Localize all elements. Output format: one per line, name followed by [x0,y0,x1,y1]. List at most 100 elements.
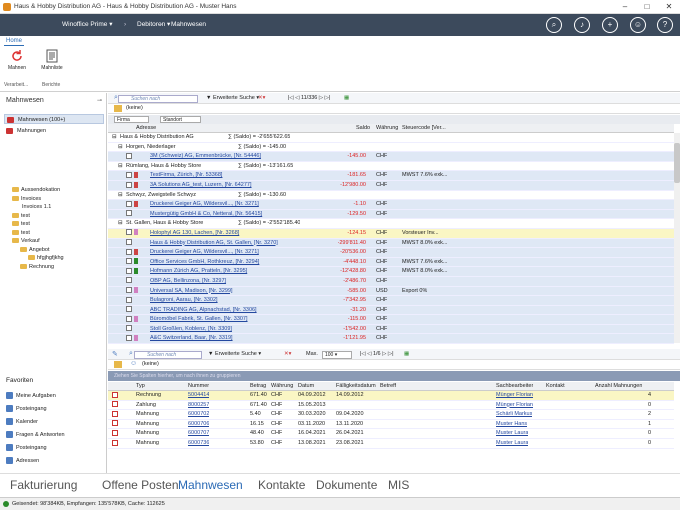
table-row[interactable]: Haus & Hobby Distribution AG, St. Gallen… [108,238,674,249]
table-row[interactable]: Mahnung 6000702 5.40 CHF 30.03.2020 09.04.202… [108,410,674,420]
col-kontakt[interactable]: Kontakt [546,382,565,391]
tree-node[interactable]: test [12,220,104,229]
table-row[interactable]: Mahnung 6000706 16.15 CHF 03.11.2020 13.11.20… [108,419,674,430]
minimize-button[interactable]: – [614,0,636,14]
bell-icon[interactable]: ♪ [574,17,590,33]
search-icon[interactable]: ⌕ [546,17,562,33]
fav-item[interactable]: Posteingang [6,443,47,454]
sidebar-item-mahnungen[interactable]: Mahnungen [4,126,104,136]
pin-icon[interactable]: ⊸ [97,97,102,104]
export-icon[interactable]: ▦ [344,94,349,103]
tab-kontakte[interactable]: Kontakte [258,478,305,492]
fav-item[interactable]: Posteingang [6,404,47,415]
table-row[interactable]: 3A Solutions AG_test, Luzern, [Nr. 64277… [108,180,674,191]
table-row[interactable]: Druckerei Geiger AG, Wildersvil..., [Nr.… [108,248,674,258]
col-faellig[interactable]: Fälligkeitsdatum [336,382,376,391]
col-typ[interactable]: Typ [136,382,145,391]
tree-node[interactable]: Aussendokation [12,186,104,195]
clerk-link[interactable]: Schärli Markus [496,410,532,419]
group-chip-standort[interactable]: Standort [160,116,201,123]
table-row[interactable]: Mahnung 6000707 48.40 CHF 16.04.2021 26.04.20… [108,429,674,439]
user-icon[interactable]: ☺ [630,17,646,33]
tree-node[interactable]: Rechnung [12,263,104,272]
tab-offene-posten[interactable]: Offene Posten [102,478,179,492]
scrollbar[interactable] [674,133,680,343]
address-link[interactable]: OBP AG, Bellinzona, [Nr. 3297] [150,277,350,286]
fav-item[interactable]: Adressen [6,456,39,467]
table-row[interactable]: Holophyl AG 130, Lachen, [Nr. 3268] -124.… [108,228,674,239]
edit-icon[interactable]: ✎ [112,350,118,358]
maximize-button[interactable]: □ [636,0,658,14]
group-row[interactable]: ⊟ St. Gallen, Haus & Hobby Store ∑ (Saldo)… [108,219,674,229]
address-link[interactable]: ABC TRADING AG, Alpnachstad, [Nr. 3306] [150,306,350,315]
table-row[interactable]: OBP AG, Bellinzona, [Nr. 3297] -2'486.70 C… [108,276,674,287]
col-nummer[interactable]: Nummer [188,382,209,391]
fav-item[interactable]: Kalender [6,417,38,428]
tab-mahnwesen[interactable]: Mahnwesen [178,478,243,492]
number-link[interactable]: 6000736 [188,439,209,448]
expand-icon[interactable]: ⊟ [118,162,123,171]
group-row[interactable]: ⊟ Rümlang, Haus & Hobby Store ∑ (Saldo) = … [108,161,674,172]
address-link[interactable]: Büromöbel Fabrik, St. Gallen, [Nr. 3307] [150,315,350,324]
clerk-link[interactable]: Muster Laura [496,429,528,438]
tree-node[interactable]: test [12,229,104,238]
filter-clear-icon[interactable]: ✕▾ [258,94,265,103]
max-select[interactable]: 100 ▾ [322,350,352,359]
address-link[interactable]: A&C Switzerland, Baar, [Nr. 3319] [150,334,350,343]
sidebar-item-mahnwesen[interactable]: Mahnwesen (100+) [4,114,104,124]
address-link[interactable]: 3A Solutions AG_test, Luzern, [Nr. 64277… [150,181,350,190]
expand-icon[interactable]: ⊟ [118,191,123,200]
tree-node[interactable]: Verkauf [12,237,104,246]
address-link[interactable]: Universal SA, Madison, [Nr. 3299] [150,287,350,296]
extended-search-button[interactable]: ▼ Erweiterte Suche ▾ [208,350,261,359]
expand-icon[interactable]: ⊟ [112,133,117,142]
pager[interactable]: |◁ ◁ 11/336 ▷ ▷| [288,94,330,103]
col-waehrung[interactable]: Währung [271,382,293,391]
table-row[interactable]: Mustergütig GmbH & Co, Netteral, [Nr. 56… [108,209,674,220]
tree-node[interactable]: test [12,212,104,221]
tab-fakturierung[interactable]: Fakturierung [10,478,77,492]
extended-search-button[interactable]: ▼ Erweiterte Suche ▾ [206,94,259,103]
table-row[interactable]: Bulagroni, Aarau, [Nr. 3302] -7'342.95 CHF [108,296,674,306]
address-link[interactable]: Hofmann Zürich AG, Pratteln, [Nr. 3295] [150,267,350,276]
col-betreff[interactable]: Betreff [380,382,396,391]
help-icon[interactable]: ? [657,17,673,33]
close-button[interactable]: ✕ [658,0,680,14]
tab-mis[interactable]: MIS [388,478,409,492]
table-row[interactable]: Zahlung 8000257 671.40 CHF 15.05.2013 Münger … [108,400,674,411]
col-waehrung[interactable]: Währung [376,124,398,133]
table-row[interactable]: TestFirma, Zürich, [Nr. 53368] -181.65 CHF… [108,171,674,181]
add-icon[interactable]: + [602,17,618,33]
col-betrag[interactable]: Betrag [250,382,266,391]
table-row[interactable]: Hofmann Zürich AG, Pratteln, [Nr. 3295] -… [108,267,674,277]
group-row[interactable]: ⊟ Schwyz, Zweigstelle Schwyz ∑ (Saldo) = -… [108,190,674,201]
breadcrumb-app[interactable]: Winoffice Prime ▾ [62,14,112,36]
address-link[interactable]: 3M (Schweiz) AG, Emmenbrücke, [Nr. 54446… [150,152,350,161]
col-sachbearbeiter[interactable]: Sachbearbeiter [496,382,533,391]
tree-node[interactable]: Invoices [12,195,104,204]
number-link[interactable]: 6000707 [188,429,209,438]
group-chip-firma[interactable]: Firma [114,116,149,123]
expand-icon[interactable]: ⊟ [118,143,123,152]
col-anzahl[interactable]: Anzahl Mahnungen [595,382,642,391]
group-row[interactable]: ⊟ Haus & Hobby Distribution AG ∑ (Saldo) =… [108,133,674,143]
address-link[interactable]: Office Services GmbH, Rothkreuz, [Nr. 32… [150,258,350,267]
table-row[interactable]: Büromöbel Fabrik, St. Gallen, [Nr. 3307]… [108,315,674,325]
table-row[interactable]: A&C Switzerland, Baar, [Nr. 3319] -1'121.… [108,334,674,345]
export-icon[interactable]: ▦ [404,350,409,359]
address-link[interactable]: Stoll Großlen, Koblenz, [Nr. 3309] [150,325,350,334]
col-adresse[interactable]: Adresse [136,124,156,133]
clerk-link[interactable]: Muster Laura [496,439,528,448]
clerk-link[interactable]: Münger Florian [496,391,533,400]
table-row[interactable]: Stoll Großlen, Koblenz, [Nr. 3309] -1'542… [108,324,674,335]
tree-node[interactable]: hfgjhgfjkhg [12,254,104,263]
expand-icon[interactable]: ⊟ [118,219,123,228]
table-row[interactable]: 3M (Schweiz) AG, Emmenbrücke, [Nr. 54446… [108,152,674,162]
number-link[interactable]: 6000702 [188,410,209,419]
filter-clear-icon[interactable]: ✕▾ [284,350,291,359]
breadcrumb-module[interactable]: Debitoren ▾ [137,14,170,36]
col-saldo[interactable]: Saldo [356,124,370,133]
clerk-link[interactable]: Muster Hans [496,420,527,429]
search-input[interactable]: Suchen nach [118,94,198,103]
fav-item[interactable]: Fragen & Antworten [6,430,65,441]
